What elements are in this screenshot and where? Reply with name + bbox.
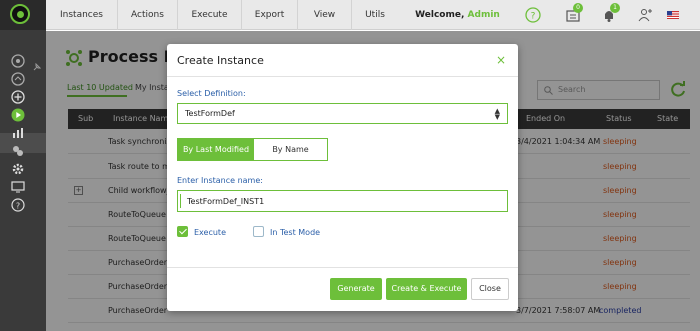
nav-export[interactable]: Export — [242, 0, 298, 30]
select-definition-label: Select Definition: — [177, 89, 246, 98]
caret-updown-icon: ▲ ▼ — [494, 107, 500, 121]
welcome-user[interactable]: Admin — [468, 10, 500, 20]
create-instance-dialog: Create Instance × Select Definition: Tes… — [167, 44, 518, 311]
dialog-footer-divider — [167, 267, 518, 268]
reports-icon[interactable] — [11, 126, 25, 140]
close-icon[interactable]: × — [496, 54, 506, 66]
notifications-badge: 1 — [610, 3, 620, 13]
text-cursor — [180, 194, 181, 208]
dashboard-gauge-icon[interactable] — [11, 72, 25, 86]
us-flag-icon[interactable] — [667, 11, 679, 19]
pin-icon[interactable] — [33, 62, 42, 74]
nav-utils[interactable]: Utils — [352, 0, 398, 30]
instance-name-input[interactable]: TestFormDef_INST1 — [177, 190, 508, 212]
execute-label[interactable]: Execute — [194, 228, 226, 237]
sidebar: ? — [0, 30, 46, 331]
welcome-prefix: Welcome, — [415, 10, 465, 20]
by-name-button[interactable]: By Name — [254, 139, 327, 160]
test-mode-checkbox[interactable] — [253, 226, 264, 237]
create-and-execute-button[interactable]: Create & Execute — [386, 278, 467, 300]
add-icon[interactable] — [11, 90, 25, 104]
definition-select-value: TestFormDef — [185, 109, 235, 118]
nav-view[interactable]: View — [298, 0, 352, 30]
top-navbar: Instances Actions Execute Export View Ut… — [0, 0, 700, 30]
monitor-icon[interactable] — [11, 180, 25, 194]
group-icon[interactable] — [11, 144, 25, 158]
dialog-header: Create Instance × — [167, 44, 518, 77]
execute-checkbox[interactable] — [177, 226, 188, 237]
dashboard-icon[interactable] — [11, 54, 25, 68]
help-icon[interactable]: ? — [11, 198, 25, 212]
test-mode-label[interactable]: In Test Mode — [270, 228, 320, 237]
by-last-modified-button[interactable]: By Last Modified — [178, 139, 254, 160]
help-icon[interactable]: ? — [520, 0, 546, 30]
dialog-title: Create Instance — [177, 54, 264, 67]
nav-actions[interactable]: Actions — [118, 0, 178, 30]
definition-select[interactable]: TestFormDef ▲ ▼ — [177, 103, 508, 124]
instance-name-label: Enter Instance name: — [177, 176, 263, 185]
user-add-icon[interactable] — [634, 0, 656, 30]
tasks-icon[interactable]: 0 — [560, 0, 586, 30]
generate-button[interactable]: Generate — [330, 278, 382, 300]
svg-text:?: ? — [531, 12, 536, 22]
logo-icon[interactable] — [0, 0, 46, 30]
tasks-badge: 0 — [573, 3, 583, 13]
bell-icon[interactable]: 1 — [596, 0, 622, 30]
svg-text:?: ? — [16, 202, 20, 211]
filter-toggle: By Last Modified By Name — [177, 138, 328, 161]
gear-icon[interactable] — [11, 162, 25, 176]
play-icon[interactable] — [11, 108, 25, 122]
instance-name-value: TestFormDef_INST1 — [187, 197, 265, 206]
nav-execute[interactable]: Execute — [178, 0, 242, 30]
welcome-text: Welcome, Admin — [405, 0, 510, 30]
nav-instances[interactable]: Instances — [46, 0, 118, 30]
close-button[interactable]: Close — [471, 278, 509, 300]
